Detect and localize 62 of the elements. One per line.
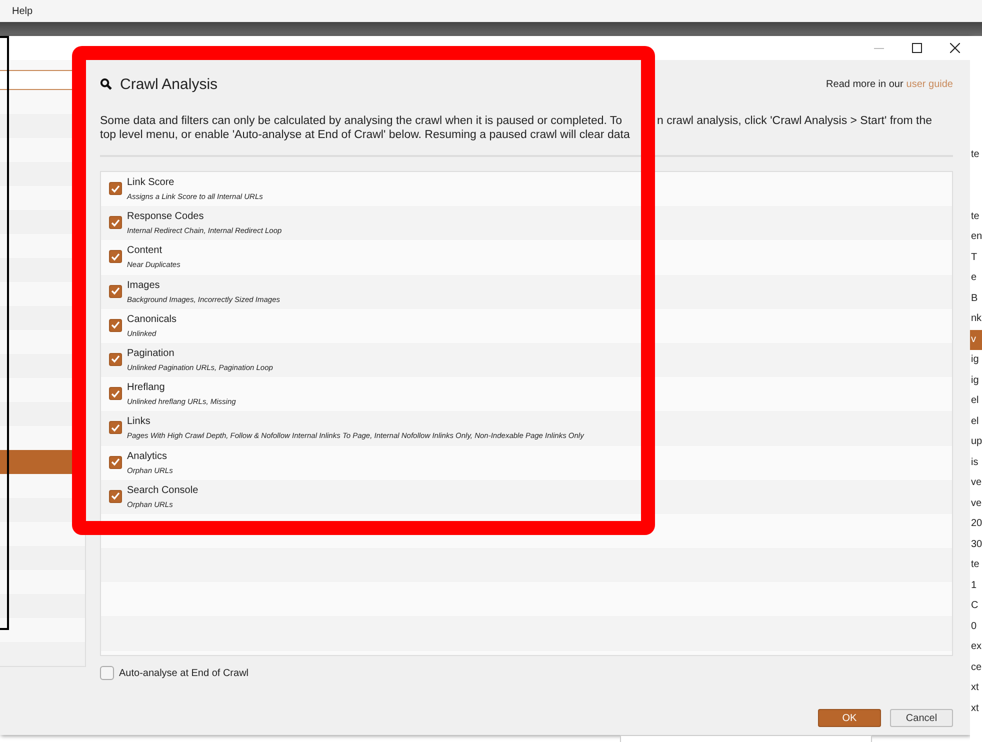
table-cell-text: 0 bbox=[970, 620, 978, 634]
ok-button[interactable]: OK bbox=[818, 709, 881, 727]
checkbox[interactable] bbox=[100, 666, 114, 680]
table-cell-text: ve bbox=[970, 496, 982, 510]
table-cell-text: up bbox=[970, 435, 982, 449]
table-cell-text: te bbox=[970, 210, 980, 224]
table-cell-text: e bbox=[970, 271, 978, 285]
analysis-name: Pagination bbox=[127, 346, 176, 360]
description-text: n crawl analysis, click 'Crawl Analysis > Start' from the bbox=[657, 114, 934, 128]
table-cell-text: T bbox=[970, 250, 978, 264]
table-cell-text: el bbox=[970, 414, 980, 428]
analysis-name: Canonicals bbox=[127, 312, 176, 326]
table-cell-text: ig bbox=[970, 374, 980, 388]
help-text: Read more in our bbox=[826, 78, 904, 90]
checkbox[interactable] bbox=[109, 216, 122, 230]
table-cell-text: 1 bbox=[970, 578, 978, 592]
table-cell-text: ve bbox=[970, 476, 982, 490]
checkbox[interactable] bbox=[109, 456, 122, 468]
checkbox[interactable] bbox=[109, 421, 122, 434]
table-cell-text: ce bbox=[970, 660, 982, 674]
maximize-icon[interactable] bbox=[912, 43, 922, 53]
analysis-name: Hreflang bbox=[127, 381, 166, 394]
search-field[interactable] bbox=[620, 735, 872, 742]
table-cell-text: B bbox=[970, 292, 979, 306]
table-cell-text: C bbox=[970, 599, 980, 613]
checkbox[interactable] bbox=[109, 182, 122, 195]
table-cell-text: ig bbox=[970, 353, 980, 367]
analysis-name: Response Codes bbox=[127, 210, 205, 224]
checkbox[interactable] bbox=[109, 284, 122, 298]
analysis-name: Content bbox=[127, 244, 164, 258]
analysis-name: Analytics bbox=[127, 450, 168, 462]
table-cell: v bbox=[970, 330, 982, 350]
table-cell-text: el bbox=[970, 394, 980, 408]
table-cell-text: ex bbox=[970, 640, 982, 654]
table-cell-text: xt bbox=[970, 681, 980, 695]
analysis-name: Search Console bbox=[127, 484, 198, 497]
search-icon bbox=[100, 78, 112, 90]
table-cell-text: 30 bbox=[970, 538, 982, 552]
checkbox[interactable] bbox=[109, 250, 122, 264]
checkbox[interactable] bbox=[109, 387, 122, 400]
table-cell-text: 20 bbox=[970, 517, 982, 531]
nav-item[interactable] bbox=[0, 546, 85, 570]
column-text: te bbox=[970, 148, 980, 162]
table-cell-text: en bbox=[970, 230, 982, 244]
analysis-name: Link Score bbox=[127, 176, 176, 189]
table-cell-text: is bbox=[970, 456, 980, 470]
table-cell-text: nk bbox=[970, 312, 982, 326]
description-text: top level menu, or enable 'Auto-analyse at End of Crawl' below. Resuming a paused crawl will clear data bbox=[100, 128, 631, 142]
analysis-name: Links bbox=[127, 415, 152, 428]
analysis-name: Images bbox=[127, 278, 161, 292]
dialog-title: Crawl Analysis bbox=[120, 76, 218, 92]
checkbox-label: Auto-analyse at End of Crawl bbox=[119, 668, 249, 678]
checkbox[interactable] bbox=[109, 318, 122, 332]
checkbox[interactable] bbox=[109, 352, 122, 366]
menu-item[interactable]: Help bbox=[12, 6, 33, 16]
close-icon[interactable] bbox=[950, 43, 960, 53]
nav-item[interactable] bbox=[0, 594, 85, 618]
cancel-button[interactable]: Cancel bbox=[890, 709, 953, 727]
checkbox[interactable] bbox=[109, 490, 122, 503]
description-text: Some data and filters can only be calculated by analysing the crawl when it is paused or completed. To bbox=[100, 114, 624, 128]
table-cell-text: xt bbox=[970, 702, 980, 716]
table-cell-text: te bbox=[970, 558, 980, 572]
